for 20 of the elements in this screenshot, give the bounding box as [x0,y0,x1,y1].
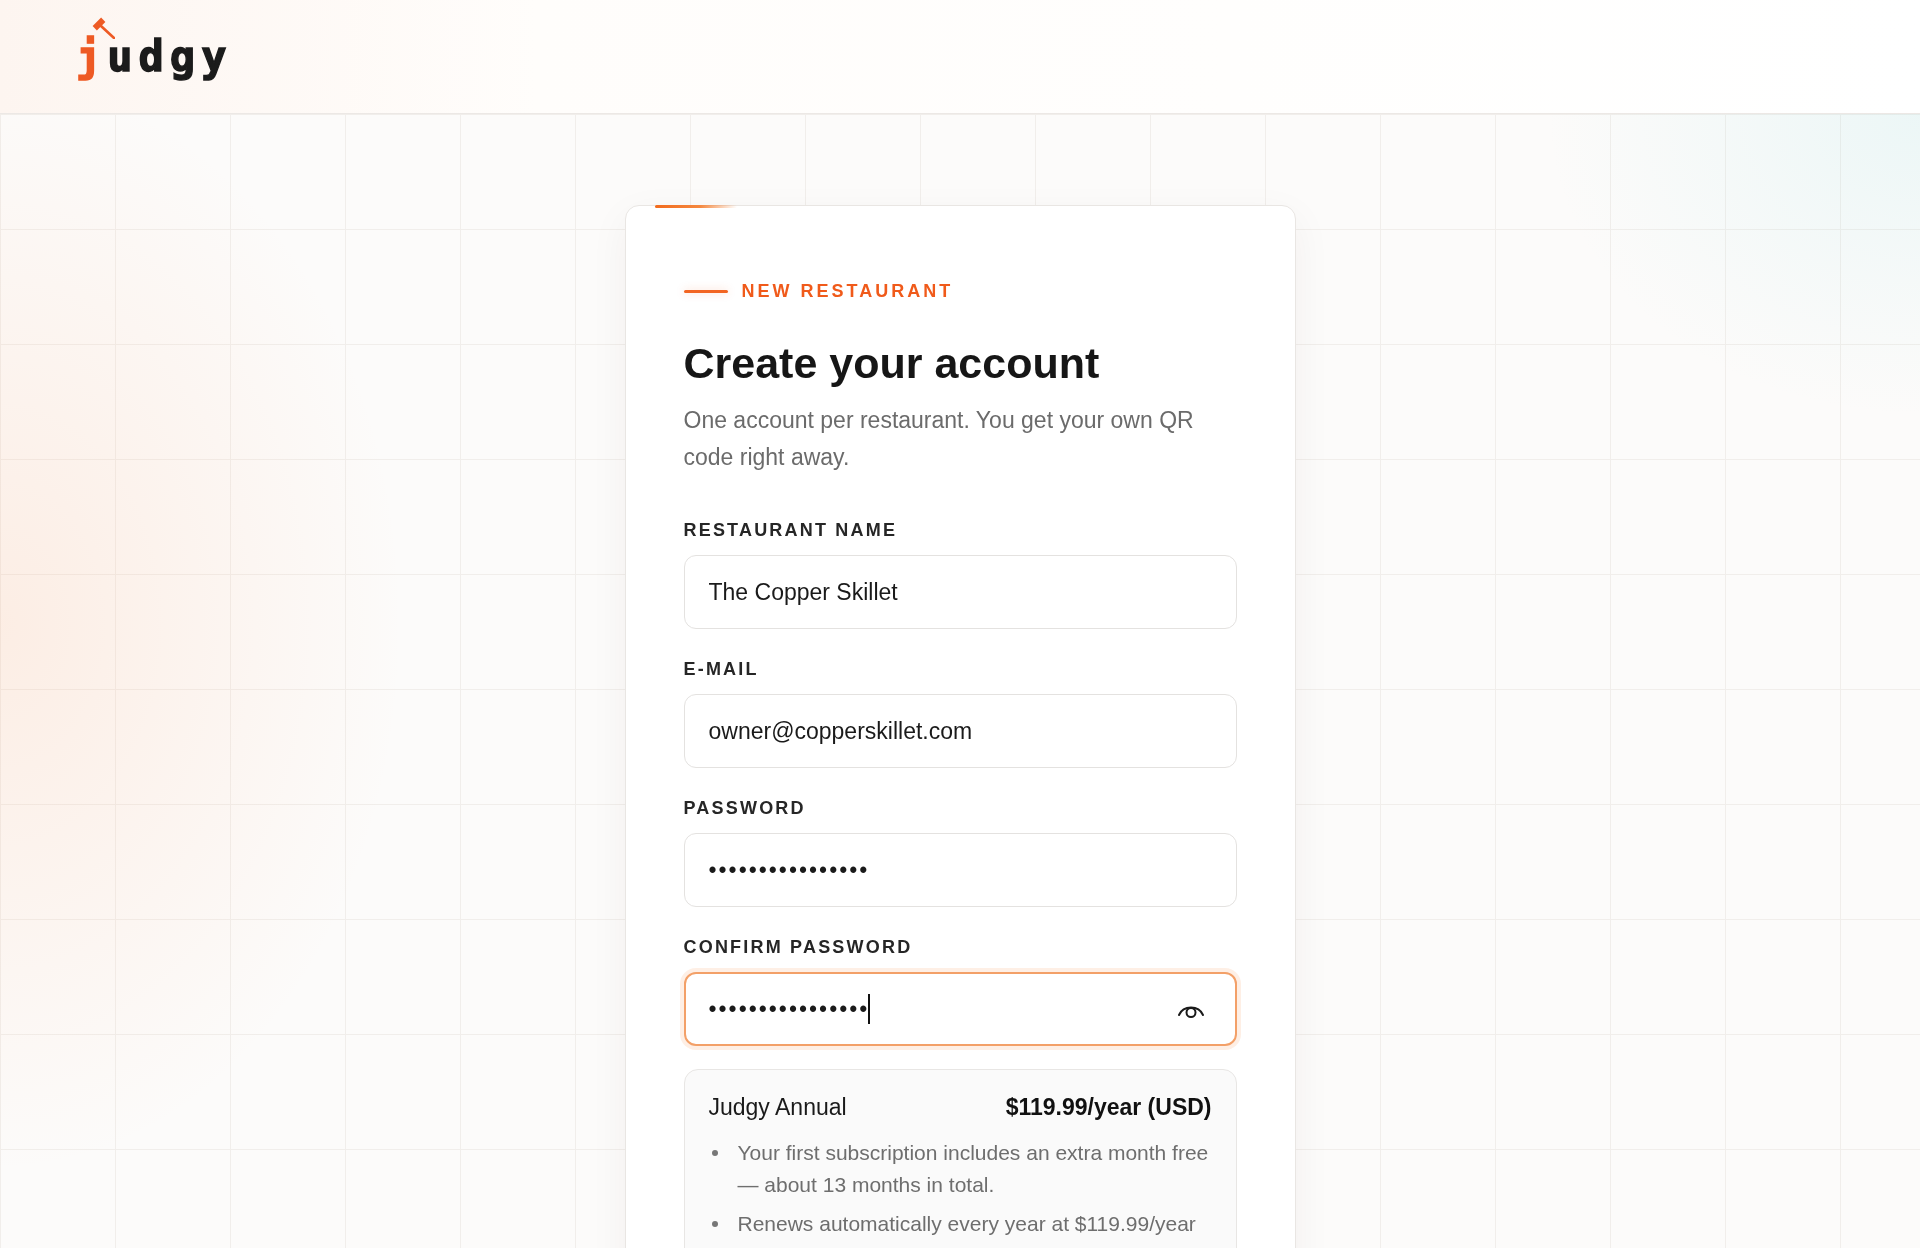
section-tag: NEW RESTAURANT [741,280,954,302]
password-field[interactable]: •••••••••••••••• [683,833,1237,907]
plan-note: Renews automatically every year at $119.99/year [737,1211,1196,1237]
bullet-icon [711,1221,718,1227]
logo[interactable]: judgy [76,36,233,78]
text-field[interactable]: owner@copperskillet.com [683,694,1237,768]
field-label: PASSWORD [683,797,806,819]
bullet-icon [711,1150,718,1156]
accent-line [683,289,728,293]
plan-name: Judgy Annual [708,1093,847,1122]
plan-price: $119.99/year (USD) [1005,1093,1212,1122]
password-field[interactable]: •••••••••••••••• [683,972,1237,1046]
plan-note: Your first subscription includes an extra month free — about 13 months in total. [737,1140,1210,1198]
page-subtitle: One account per restaurant. You get your own QR code right away. [683,406,1195,472]
field-label: CONFIRM PASSWORD [683,936,913,958]
page-title: Create your account [683,338,1101,388]
field-label: RESTAURANT NAME [683,519,898,541]
text-field[interactable]: The Copper Skillet [683,555,1237,629]
text-cursor [868,994,871,1024]
field-label: E-MAIL [683,658,759,680]
